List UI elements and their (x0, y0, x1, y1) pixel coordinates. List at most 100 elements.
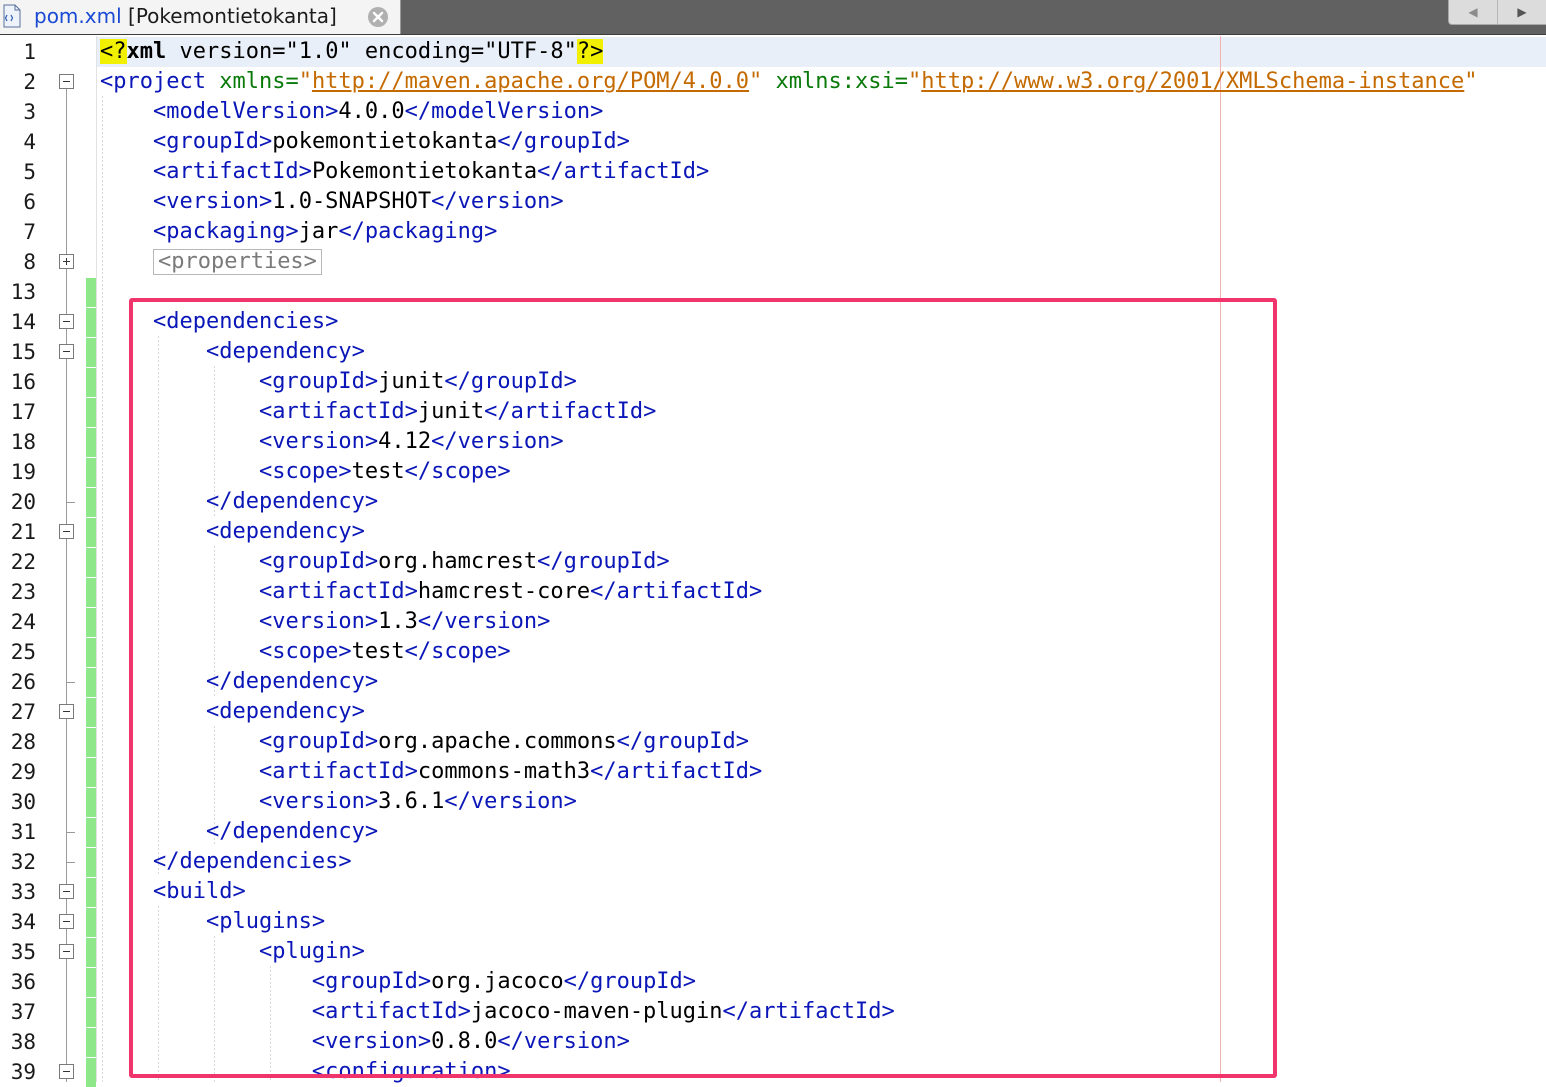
line-number: 31 (10, 820, 36, 844)
xml-text: 1.0-SNAPSHOT (272, 189, 432, 214)
line-number: 16 (10, 370, 36, 394)
xml-text: 4.0.0 (338, 99, 405, 124)
change-marker (86, 277, 96, 307)
change-marker (86, 637, 96, 667)
code-line[interactable]: 1 <?xml version="1.0" encoding="UTF-8"?> (0, 37, 1546, 67)
code-line[interactable]: 3 <modelVersion>4.0.0</modelVersion> (0, 97, 1546, 127)
line-number: 39 (10, 1060, 36, 1084)
code-line[interactable]: 8 <properties> (0, 247, 1546, 277)
xml-tag: <modelVersion> (152, 99, 339, 124)
xml-decl-name: xml (126, 39, 167, 64)
fold-collapse-icon[interactable] (59, 314, 74, 329)
change-marker (86, 727, 96, 757)
change-marker (86, 487, 96, 517)
fold-collapse-icon[interactable] (59, 524, 74, 539)
line-number: 4 (23, 130, 36, 154)
xml-tag: <artifactId> (152, 159, 312, 184)
code-text[interactable]: <project xmlns= " http://maven.apache.org/… (100, 67, 1478, 97)
xml-attr-name: xmlns= (205, 69, 299, 94)
fold-collapse-icon[interactable] (59, 1064, 74, 1079)
code-text[interactable]: <?xml version="1.0" encoding="UTF-8"?> (100, 37, 604, 67)
fold-expand-icon[interactable] (59, 254, 74, 269)
line-number: 28 (10, 730, 36, 754)
line-number: 36 (10, 970, 36, 994)
change-marker (86, 997, 96, 1027)
tab-filename: pom.xml (34, 4, 122, 28)
line-number: 30 (10, 790, 36, 814)
fold-collapse-icon[interactable] (59, 914, 74, 929)
xml-attr-quote: " (907, 69, 922, 94)
change-marker (86, 517, 96, 547)
fold-end-marker (66, 817, 75, 833)
fold-collapse-icon[interactable] (59, 344, 74, 359)
folded-properties-block[interactable]: <properties> (152, 249, 322, 275)
change-marker (86, 937, 96, 967)
scroll-tabs-right-icon[interactable]: ▶ (1498, 0, 1546, 24)
change-marker (86, 877, 96, 907)
change-marker (86, 547, 96, 577)
code-text[interactable]: <packaging>jar</packaging> (100, 217, 497, 247)
xml-file-icon (3, 4, 21, 28)
code-text[interactable]: <properties> (100, 247, 322, 277)
xml-tag: </artifactId> (537, 159, 710, 184)
change-marker (86, 757, 96, 787)
line-number: 13 (10, 280, 36, 304)
xml-text: pokemontietokanta (272, 129, 498, 154)
editor-tab-bar: pom.xml [Pokemontietokanta] ◀ ▶ (0, 0, 1546, 35)
code-text[interactable]: <version>1.0-SNAPSHOT</version> (100, 187, 564, 217)
tab-pom-xml[interactable]: pom.xml [Pokemontietokanta] (0, 0, 401, 34)
line-number: 32 (10, 850, 36, 874)
line-number: 22 (10, 550, 36, 574)
code-text[interactable]: <modelVersion>4.0.0</modelVersion> (100, 97, 603, 127)
line-number: 2 (23, 70, 36, 94)
tab-label: pom.xml [Pokemontietokanta] (34, 2, 337, 30)
xml-tag: <packaging> (152, 219, 299, 244)
xml-decl-open: <? (100, 39, 127, 64)
change-marker (86, 967, 96, 997)
code-line[interactable]: 4 <groupId>pokemontietokanta</groupId> (0, 127, 1546, 157)
change-marker (86, 907, 96, 937)
fold-collapse-icon[interactable] (59, 74, 74, 89)
change-marker (86, 607, 96, 637)
xml-attr-url[interactable]: http://www.w3.org/2001/XMLSchema-instanc… (921, 69, 1464, 94)
code-line[interactable]: 6 <version>1.0-SNAPSHOT</version> (0, 187, 1546, 217)
change-marker (86, 427, 96, 457)
fold-collapse-icon[interactable] (59, 944, 74, 959)
xml-decl-attrs: version="1.0" encoding="UTF-8" (166, 39, 577, 64)
change-marker (86, 667, 96, 697)
fold-collapse-icon[interactable] (59, 704, 74, 719)
line-number: 29 (10, 760, 36, 784)
line-number: 17 (10, 400, 36, 424)
xml-text: Pokemontietokanta (311, 159, 538, 184)
xml-tag: <project (100, 69, 206, 94)
code-text[interactable]: <artifactId>Pokemontietokanta</artifactI… (100, 157, 709, 187)
xml-tag: </modelVersion> (404, 99, 604, 124)
change-marker (86, 307, 96, 337)
change-marker (86, 337, 96, 367)
fold-end-marker (66, 667, 75, 683)
xml-tag: </groupId> (497, 129, 630, 154)
line-number: 7 (23, 220, 36, 244)
change-marker (86, 577, 96, 607)
line-number: 5 (23, 160, 36, 184)
fold-collapse-icon[interactable] (59, 884, 74, 899)
code-text[interactable]: <groupId>pokemontietokanta</groupId> (100, 127, 630, 157)
close-icon[interactable] (366, 5, 390, 29)
line-number: 25 (10, 640, 36, 664)
line-number: 8 (23, 250, 36, 274)
line-number: 19 (10, 460, 36, 484)
line-number: 33 (10, 880, 36, 904)
code-line[interactable]: 2 <project xmlns= " http://maven.apache.or… (0, 67, 1546, 97)
code-line[interactable]: 7 <packaging>jar</packaging> (0, 217, 1546, 247)
scroll-tabs-left-icon[interactable]: ◀ (1449, 0, 1498, 24)
tab-project-name: [Pokemontietokanta] (128, 4, 337, 28)
xml-tag: <version> (152, 189, 273, 214)
line-number: 1 (23, 40, 36, 64)
line-number: 15 (10, 340, 36, 364)
line-number: 24 (10, 610, 36, 634)
xml-attr-name: xmlns:xsi= (762, 69, 908, 94)
code-line[interactable]: 5 <artifactId>Pokemontietokanta</artifac… (0, 157, 1546, 187)
line-number: 35 (10, 940, 36, 964)
change-marker (86, 367, 96, 397)
xml-attr-url[interactable]: http://maven.apache.org/POM/4.0.0 (312, 69, 749, 94)
